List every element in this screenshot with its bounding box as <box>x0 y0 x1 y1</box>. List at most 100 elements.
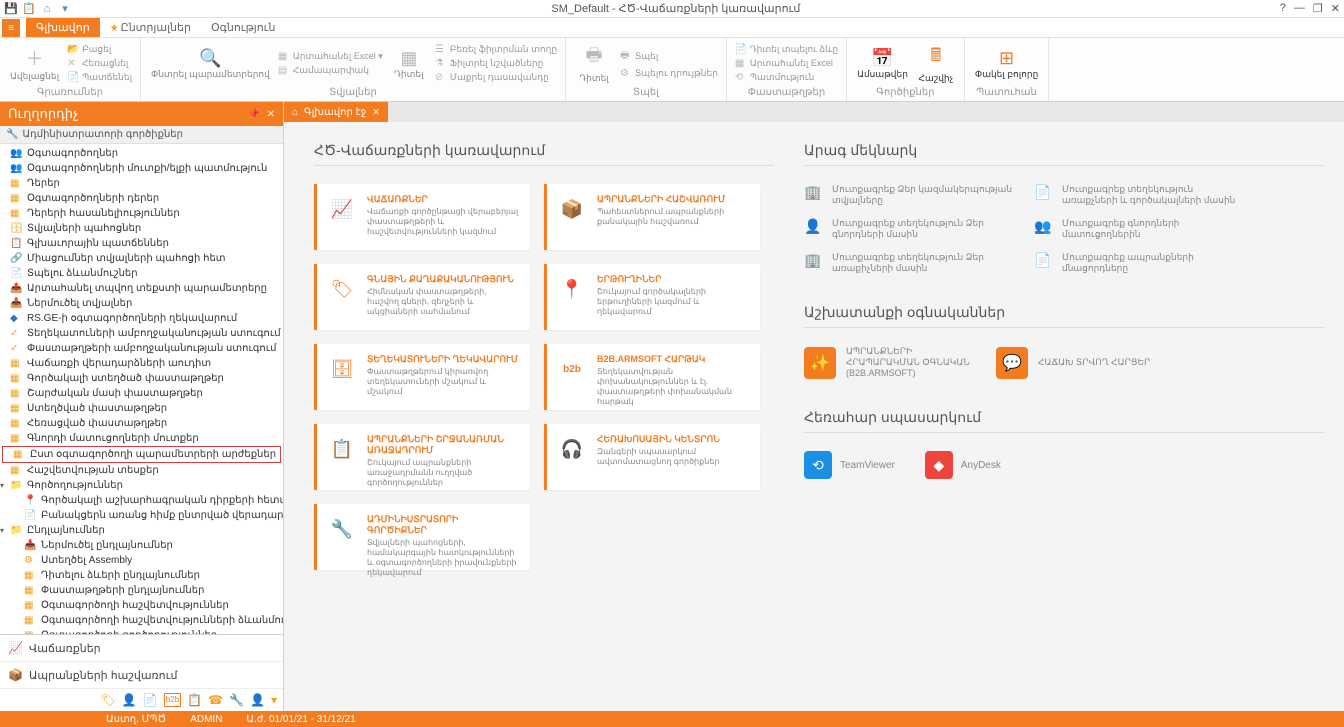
sidebar-inventory[interactable]: 📦Ապրանքների հաշվառում <box>0 662 283 689</box>
add-button[interactable]: ＋Ավելացնել <box>6 43 63 84</box>
comprehensive-button[interactable]: ▤Համապարփակ <box>276 64 385 77</box>
qi-user-icon[interactable]: 👤 <box>122 693 137 707</box>
tile-routes[interactable]: 📍ԵՐԹՈՒՂԻՆԵՐՇուկայում գործակալների երթուղ… <box>544 264 760 330</box>
info-stock[interactable]: 📄Մուտքագրեք ապրանքների մնացորդները <box>1034 252 1244 274</box>
qat-home-icon[interactable]: ⌂ <box>40 2 54 16</box>
duplicate-button[interactable]: 📄Պատճենել <box>65 71 134 84</box>
history-button[interactable]: ⟲Պատմություն <box>733 71 840 84</box>
tree-doc-ext[interactable]: ▦Փաստաթղթերի ընդլայնումներ <box>0 583 283 598</box>
tree-returns-audit[interactable]: ▦Վաճառքի վերադարձների աուդիտ <box>0 356 283 371</box>
helper-faq[interactable]: 💬ՀԱՃԱԽ ՏՐՎՈՂ ՀԱՐՑԵՐ <box>996 346 1168 379</box>
qi-phone-icon[interactable]: ☎ <box>208 693 223 707</box>
tree-user-roles[interactable]: ▦Օգտագործողների դերեր <box>0 191 283 206</box>
tree-user-reports[interactable]: ▦Օգտագործողի հաշվետվություններ <box>0 598 283 613</box>
tree-connections[interactable]: 🔗Միացումներ տվյալների պահոցի հետ <box>0 251 283 266</box>
file-menu-icon[interactable]: ≡ <box>2 19 20 37</box>
remove-button[interactable]: ✕Հեռացնել <box>65 57 134 70</box>
calendar-button[interactable]: 📅Ամսաթվեր <box>853 46 912 82</box>
qi-clipboard-icon[interactable]: 📋 <box>187 693 202 707</box>
tab-close-icon[interactable]: ✕ <box>372 107 380 118</box>
remote-teamviewer[interactable]: ⟲TeamViewer <box>804 451 895 479</box>
info-buyers[interactable]: 👤Մուտքագրեք տեղեկություն Ձեր գնորդների մ… <box>804 218 1014 240</box>
sidebar-sales[interactable]: 📈Վաճառքներ <box>0 635 283 662</box>
tree-agent-docs[interactable]: ▦Գործակալի ստեղծած փաստաթղթեր <box>0 371 283 386</box>
sidebar-close-icon[interactable]: ✕ <box>267 109 275 120</box>
tree-extensions[interactable]: 📁Ընդլայնումներ <box>0 523 283 538</box>
info-suppliers[interactable]: 👥Մուտքագրեք գնորդների մատուցողներին <box>1034 218 1244 240</box>
info-org[interactable]: 🏢Մուտքագրեք Ձեր կազմակերպության տվյալներ… <box>804 184 1014 206</box>
print-btn[interactable]: 🖶Տպել <box>618 47 720 66</box>
info-agents[interactable]: 📄Մուտքագրեք տեղեկություն առաքչների և գոր… <box>1034 184 1244 206</box>
tree-users[interactable]: 👥Օգտագործողներ <box>0 146 283 161</box>
tree-login-history[interactable]: 👥Օգտագործողների մուտքի/ելքի պատմություն <box>0 161 283 176</box>
qat-save-icon[interactable]: 💾 <box>4 2 18 16</box>
tree-created-docs[interactable]: ▦Ստեղծված փաստաթղթեր <box>0 401 283 416</box>
tree-section-header[interactable]: 🔧Ադմինիստրատորի գործիքներ <box>0 126 283 144</box>
nav-tree[interactable]: 👥Օգտագործողներ 👥Օգտագործողների մուտքի/ել… <box>0 144 283 634</box>
export-excel-button[interactable]: ▦Արտահանել Excel ▾ <box>276 50 385 63</box>
tree-view-ext[interactable]: ▦Դիտելու ձևերի ընդլայնումներ <box>0 568 283 583</box>
tree-user-param-values[interactable]: ▦Ըստ օգտագործողի պարամետրերի արժեքներ <box>2 446 281 463</box>
tab-help[interactable]: Օգնություն <box>201 18 285 37</box>
qat-copy-icon[interactable]: 📋 <box>22 2 36 16</box>
tree-ref-integrity[interactable]: ✓Տեղեկատուների ամբողջականության ստուգում <box>0 326 283 341</box>
qi-person-icon[interactable]: 👤 <box>250 693 265 707</box>
tab-main[interactable]: Գլխավոր <box>26 18 100 37</box>
view-print-form-button[interactable]: 📄Դիտել տպելու ձևը <box>733 43 840 56</box>
minimize-icon[interactable]: — <box>1294 2 1305 15</box>
tile-b2b[interactable]: b2bB2B.ARMSOFT ՀԱՐԹԱԿՏեղեկատվության փոխա… <box>544 344 760 410</box>
tile-pricing[interactable]: 🏷ԳՆԱՅԻՆ ՔԱՂԱՔԱԿԱՆՈՒԹՅՈՒՆՀիմնական փաստաթղ… <box>314 264 530 330</box>
tree-print-templates[interactable]: 📄Տպելու ձևանմուշներ <box>0 266 283 281</box>
tree-buyer-inputs[interactable]: ▦Գնորդի մատուցողների մուտքեր <box>0 431 283 446</box>
qat-dropdown-icon[interactable]: ▾ <box>58 2 72 16</box>
print-button[interactable]: 🖶Դիտել <box>572 41 616 86</box>
calculator-button[interactable]: 🖩Հաշվիչ <box>914 41 958 86</box>
pin-icon[interactable]: 📌 <box>248 109 260 120</box>
tile-sales[interactable]: 📈ՎԱՃԱՌՔՆԵՐՎաճառքի գործընթացի վերաբերյալ … <box>314 184 530 250</box>
tree-report-views[interactable]: ▦Հաշվետվության տեսքեր <box>0 463 283 478</box>
tile-callcenter[interactable]: 🎧ՀԵՌԱԽՈՍԱՅԻՆ ԿԵՆՏՐՈՆԶանգերի սպասարկում ա… <box>544 424 760 490</box>
tree-doc-integrity[interactable]: ✓Փաստաթղթերի ամբողջականության ստուգում <box>0 341 283 356</box>
tree-stores[interactable]: 🗄Տվյալների պահոցներ <box>0 221 283 236</box>
tile-references[interactable]: 🗄ՏԵՂԵԿԱՏՈՒՆԵՐԻ ՂԵԿԱՎԱՐՈՒՄՓաստաթղթերում կ… <box>314 344 530 410</box>
tree-role-perms[interactable]: ▦Դերերի հասանելիություններ <box>0 206 283 221</box>
filter-button[interactable]: 🔍Փնտրել պարամետրերով <box>147 46 274 82</box>
tree-rsge[interactable]: ◆RS.GE-ի օգտագործողների ղեկավարում <box>0 311 283 326</box>
tree-returns-nobase[interactable]: 📄Բանակցերն առանց հիմք ընտրված վերադարձեր… <box>0 508 283 523</box>
tree-actions[interactable]: 📁Գործողություններ <box>0 478 283 493</box>
close-all-button[interactable]: ⊞Փակել բոլորը <box>971 46 1042 82</box>
tree-create-assembly[interactable]: ⚙Ստեղծել Assembly <box>0 553 283 568</box>
maximize-icon[interactable]: ❐ <box>1313 2 1323 15</box>
helper-b2b[interactable]: ✨ԱՊՐԱՆՔՆԵՐԻ ՀՐԱՊԱՐԱԿՄԱՆ ՕԳՆԱԿԱՆ (B2B.ARM… <box>804 346 976 379</box>
qi-b2b-icon[interactable]: b2b <box>164 693 181 707</box>
info-shippers[interactable]: 🏢Մուտքագրեք տեղեկություն Ձեր առաքիչների … <box>804 252 1014 274</box>
remote-anydesk[interactable]: ◆AnyDesk <box>925 451 1001 479</box>
print-settings-button[interactable]: ⚙Տպելու դրույթներ <box>618 67 720 80</box>
view-button[interactable]: ▦Դիտել <box>387 46 431 82</box>
tree-agent-geo[interactable]: 📍Գործակալի աշխարհագրական դիրքերի հետագծո… <box>0 493 283 508</box>
tree-mobile-docs[interactable]: ▦Շարժական մասի փաստաթղթեր <box>0 386 283 401</box>
help-icon[interactable]: ? <box>1280 2 1286 15</box>
tree-deleted-docs[interactable]: ▦Հեռացված փաստաթղթեր <box>0 416 283 431</box>
tab-starred[interactable]: ★Ընտրյալներ <box>100 18 201 37</box>
tile-promotion[interactable]: 📋ԱՊՐԱՆՔՆԵՐԻ ՇՐՋԱՆԱՌՄԱՆ ԱՌԱՋԱԴՐՈՒՄՇուկայո… <box>314 424 530 490</box>
qi-more-icon[interactable]: ▾ <box>271 693 277 707</box>
filter-row-button[interactable]: ☰Բեռել ֆիլտրման տողը <box>433 43 559 56</box>
qi-doc-icon[interactable]: 📄 <box>143 693 158 707</box>
filter-selected-button[interactable]: ⚗Ֆիլտրել նշվածները <box>433 57 559 70</box>
open-button[interactable]: 📂Բացել <box>65 43 134 56</box>
export-excel2-button[interactable]: ▦Արտահանել Excel <box>733 57 840 70</box>
close-icon[interactable]: ✕ <box>1331 2 1340 15</box>
tree-main-copies[interactable]: 📋Գլխաւորային պատճեններ <box>0 236 283 251</box>
tile-inventory[interactable]: 📦ԱՊՐԱՆՔՆԵՐԻ ՀԱՇՎԱՌՈՒՄՊահեստներում ապրանք… <box>544 184 760 250</box>
tree-import-data[interactable]: 📥Ներմուծել տվյալներ <box>0 296 283 311</box>
tab-home[interactable]: ⌂ Գլխավոր էջ ✕ <box>284 102 388 122</box>
tree-roles[interactable]: ▦Դերեր <box>0 176 283 191</box>
clear-sort-button[interactable]: ⊘Մաքրել դասավանդը <box>433 71 559 84</box>
tile-admin[interactable]: 🔧ԱԴՄԻՆԻՍՏՐԱՏՈՐԻ ԳՈՐԾԻՔՆԵՐՏվյալների պահոց… <box>314 504 530 570</box>
qi-tag-icon[interactable]: 🏷 <box>101 693 116 707</box>
qi-tools-icon[interactable]: 🔧 <box>229 693 244 707</box>
tree-user-report-templates[interactable]: ▦Օգտագործողի հաշվետվությունների ձևանմուշ… <box>0 613 283 628</box>
tree-export-params[interactable]: 📤Արտահանել տպվող տեքստի պարամետրերը <box>0 281 283 296</box>
tree-import-ext[interactable]: 📥Ներմուծել ընդլայնումներ <box>0 538 283 553</box>
